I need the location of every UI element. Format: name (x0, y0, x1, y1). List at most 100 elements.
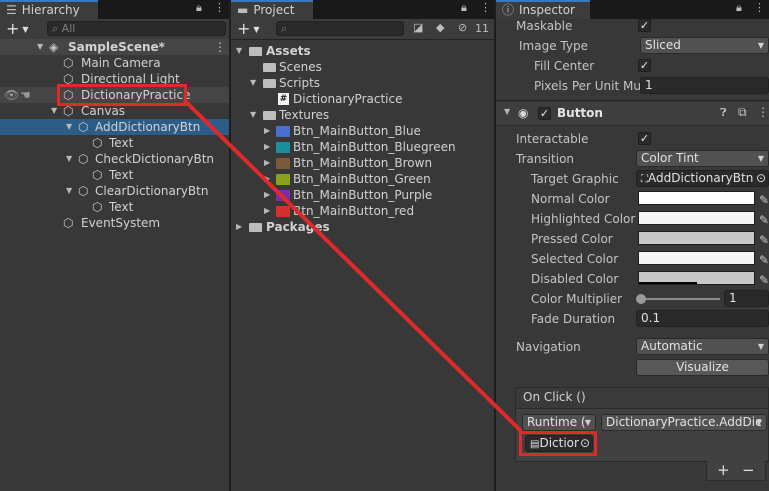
project-folder-scripts[interactable]: ▼ Scripts (231, 75, 494, 91)
annotation-box-onclick-object (519, 431, 597, 456)
pickable-hand-icon[interactable]: ☚ (20, 87, 31, 103)
gameobject-cube-icon: ⬡ (78, 120, 89, 134)
texture-thumbnail-icon (276, 206, 290, 217)
expand-arrow-icon[interactable]: ▼ (37, 39, 43, 55)
lock-icon[interactable]: 🔒︎ (196, 1, 202, 15)
texture-thumbnail-icon (276, 174, 290, 185)
project-folder-packages[interactable]: ▶ Packages (231, 219, 494, 235)
texture-thumbnail-icon (276, 158, 290, 169)
hierarchy-item-clear-dictionary-btn[interactable]: ▼ ⬡ ClearDictionaryBtn (0, 183, 229, 199)
folder-icon (249, 47, 262, 56)
folder-icon (249, 223, 262, 232)
collapse-arrow-icon[interactable]: ▶ (264, 203, 270, 219)
hierarchy-item-text[interactable]: ⬡ Text (0, 135, 229, 151)
create-add-button[interactable]: + ▼ (237, 19, 260, 39)
texture-thumbnail-icon (276, 142, 290, 153)
hierarchy-item-add-dictionary-btn[interactable]: ▼ ⬡ AddDictionaryBtn (0, 119, 229, 135)
add-listener-button[interactable]: + (717, 461, 730, 479)
scene-row[interactable]: ▼ ◈ SampleScene* ⋮ (0, 39, 229, 55)
collapse-arrow-icon[interactable]: ▶ (236, 219, 242, 235)
gameobject-cube-icon: ⬡ (78, 152, 89, 166)
gameobject-cube-icon: ⬡ (78, 184, 89, 198)
expand-arrow-icon[interactable]: ▼ (236, 43, 242, 59)
collapse-arrow-icon[interactable]: ▶ (264, 187, 270, 203)
hierarchy-item-main-camera[interactable]: ⬡ Main Camera (0, 55, 229, 71)
search-by-label-icon[interactable]: ◆ (436, 21, 444, 34)
project-texture-brown[interactable]: ▶ Btn_MainButton_Brown (231, 155, 494, 171)
gameobject-cube-icon: ⬡ (63, 216, 74, 230)
folder-label: Scripts (279, 76, 321, 90)
info-icon: ⓘ (502, 3, 515, 17)
hierarchy-item-check-dictionary-btn[interactable]: ▼ ⬡ CheckDictionaryBtn (0, 151, 229, 167)
asset-label: DictionaryPractice (293, 92, 403, 106)
folder-label: Textures (279, 108, 330, 122)
more-menu-icon[interactable]: ⋮ (754, 1, 765, 14)
search-icon: ⌕ (281, 22, 288, 35)
project-script-dictionary-practice[interactable]: # DictionaryPractice (231, 91, 494, 107)
project-panel: ▬ Project 🔒︎ ⋮ + ▼ ⌕ ◪ ◆ ⊘ 11 ▼ Assets Sce… (231, 0, 494, 491)
folder-icon (263, 63, 276, 72)
hierarchy-icon: ☰ (6, 3, 17, 17)
lock-icon[interactable]: 🔒︎ (461, 1, 467, 15)
tab-hierarchy-label: Hierarchy (21, 3, 80, 17)
project-texture-blue[interactable]: ▶ Btn_MainButton_Blue (231, 123, 494, 139)
search-by-type-icon[interactable]: ◪ (413, 21, 423, 34)
hidden-packages-count: 11 (475, 22, 489, 35)
item-label: Text (109, 136, 134, 150)
more-menu-icon[interactable]: ⋮ (480, 1, 491, 14)
collapse-arrow-icon[interactable]: ▶ (264, 139, 270, 155)
tab-inspector-label: Inspector (519, 3, 575, 17)
hierarchy-item-text[interactable]: ⬡ Text (0, 199, 229, 215)
project-folder-scenes[interactable]: Scenes (231, 59, 494, 75)
collapse-arrow-icon[interactable]: ▶ (264, 155, 270, 171)
project-texture-bluegreen[interactable]: ▶ Btn_MainButton_Bluegreen (231, 139, 494, 155)
project-search-input[interactable]: ⌕ (276, 21, 404, 36)
create-add-button[interactable]: + ▼ (6, 19, 29, 39)
expand-arrow-icon[interactable]: ▼ (66, 183, 72, 199)
collapse-arrow-icon[interactable]: ▶ (264, 123, 270, 139)
texture-thumbnail-icon (276, 190, 290, 201)
scene-menu-icon[interactable]: ⋮ (214, 39, 226, 55)
item-label: Text (109, 200, 134, 214)
expand-arrow-icon[interactable]: ▼ (250, 75, 256, 91)
item-label: Text (109, 168, 134, 182)
tab-project[interactable]: ▬ Project (231, 0, 313, 19)
folder-icon (263, 79, 276, 88)
hierarchy-item-event-system[interactable]: ⬡ EventSystem (0, 215, 229, 231)
scene-label: SampleScene* (68, 40, 165, 54)
gameobject-cube-icon: ⬡ (92, 168, 103, 182)
hierarchy-search-input[interactable]: ⌕ All (47, 21, 226, 36)
gameobject-cube-icon: ⬡ (63, 56, 74, 70)
collapse-arrow-icon[interactable]: ▶ (264, 171, 270, 187)
tab-hierarchy[interactable]: ☰ Hierarchy (0, 0, 98, 19)
folder-tab-icon: ▬ (237, 3, 249, 17)
gameobject-cube-icon: ⬡ (92, 136, 103, 150)
folder-label: Scenes (279, 60, 322, 74)
project-texture-red[interactable]: ▶ Btn_MainButton_red (231, 203, 494, 219)
project-folder-assets[interactable]: ▼ Assets (231, 43, 494, 59)
expand-arrow-icon[interactable]: ▼ (66, 119, 72, 135)
item-label: ClearDictionaryBtn (95, 184, 209, 198)
csharp-script-icon: # (278, 93, 289, 105)
project-folder-textures[interactable]: ▼ Textures (231, 107, 494, 123)
remove-listener-button[interactable]: − (742, 461, 755, 479)
gameobject-cube-icon: ⬡ (92, 200, 103, 214)
hierarchy-item-text[interactable]: ⬡ Text (0, 167, 229, 183)
annotation-box-hierarchy (57, 84, 187, 106)
search-icon: ⌕ (52, 22, 62, 35)
asset-label: Btn_MainButton_red (293, 204, 415, 218)
project-tabbar: ▬ Project 🔒︎ ⋮ (231, 0, 494, 19)
expand-arrow-icon[interactable]: ▼ (66, 151, 72, 167)
asset-label: Btn_MainButton_Brown (293, 156, 433, 170)
expand-arrow-icon[interactable]: ▼ (250, 107, 256, 123)
lock-icon[interactable]: 🔒︎ (736, 1, 742, 15)
project-texture-purple[interactable]: ▶ Btn_MainButton_Purple (231, 187, 494, 203)
project-texture-green[interactable]: ▶ Btn_MainButton_Green (231, 171, 494, 187)
hidden-packages-eye-icon[interactable]: ⊘ (458, 21, 467, 34)
tab-inspector[interactable]: ⓘ Inspector (496, 0, 590, 19)
search-placeholder: All (61, 22, 76, 35)
more-menu-icon[interactable]: ⋮ (214, 1, 225, 14)
unity-scene-icon: ◈ (49, 40, 59, 54)
hierarchy-tabbar: ☰ Hierarchy 🔒︎ ⋮ (0, 0, 229, 19)
visibility-eye-icon[interactable]: 👁︎ (4, 87, 19, 103)
